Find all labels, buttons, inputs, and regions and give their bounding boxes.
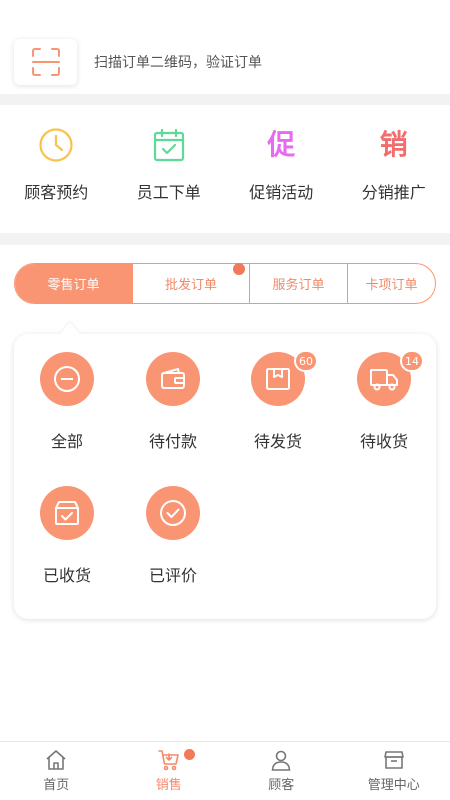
order-status-label: 待发货 <box>253 432 302 451</box>
nav-item-sales[interactable]: 销售 <box>113 742 226 800</box>
nav-label: 顾客 <box>268 778 295 793</box>
scan-bar: 扫描订单二维码，验证订单 <box>0 0 450 94</box>
section-divider <box>0 94 450 105</box>
quick-action-distribution[interactable]: 销 分销推广 <box>338 105 450 233</box>
scan-qr-icon <box>31 48 60 76</box>
order-status-all[interactable]: 全部 <box>14 334 120 451</box>
distribution-glyph-icon: 销 <box>379 128 408 161</box>
minus-circle-icon <box>40 352 94 406</box>
notification-dot <box>233 263 245 275</box>
order-status-pending-receipt[interactable]: 14 待收货 <box>331 334 437 451</box>
quick-action-label: 顾客预约 <box>24 183 89 202</box>
notification-dot <box>183 749 195 760</box>
order-status-label: 已收货 <box>42 566 91 585</box>
sales-cart-icon <box>157 750 179 771</box>
customer-icon <box>271 750 291 771</box>
quick-actions: 顾客预约 员工下单 促 促销活动 销 分销推广 <box>0 105 450 233</box>
tab-retail-orders[interactable]: 零售订单 <box>15 264 133 303</box>
nav-label: 销售 <box>155 778 182 793</box>
badge-count: 60 <box>294 350 318 372</box>
quick-action-promotion[interactable]: 促 促销活动 <box>225 105 338 233</box>
tab-service-orders[interactable]: 服务订单 <box>250 264 348 303</box>
order-status-card: 全部 待付款 60 待发货 14 待收货 已收货 已评价 <box>14 334 436 619</box>
nav-label: 管理中心 <box>367 778 420 793</box>
order-status-pending-shipment[interactable]: 60 待发货 <box>225 334 331 451</box>
order-status-pending-payment[interactable]: 待付款 <box>120 334 226 451</box>
check-circle-icon <box>146 486 200 540</box>
home-icon <box>46 750 66 770</box>
nav-item-customers[interactable]: 顾客 <box>225 742 338 800</box>
nav-label: 首页 <box>43 778 70 793</box>
order-status-label: 待付款 <box>148 432 197 451</box>
scan-button[interactable] <box>14 39 77 85</box>
clock-icon <box>36 125 76 165</box>
quick-action-appointment[interactable]: 顾客预约 <box>0 105 113 233</box>
order-status-label: 待收货 <box>359 432 408 451</box>
tab-card-orders[interactable]: 卡项订单 <box>348 264 435 303</box>
quick-action-staff-order[interactable]: 员工下单 <box>113 105 226 233</box>
nav-item-home[interactable]: 首页 <box>0 742 113 800</box>
order-status-label: 全部 <box>50 432 83 451</box>
section-divider <box>0 233 450 245</box>
bottom-nav: 首页 销售 顾客 管理中心 <box>0 741 450 800</box>
quick-action-label: 促销活动 <box>249 183 314 202</box>
order-status-reviewed[interactable]: 已评价 <box>120 468 226 585</box>
badge-count: 14 <box>400 350 424 372</box>
order-status-label: 已评价 <box>148 566 197 585</box>
tab-pointer <box>60 322 80 334</box>
scan-hint: 扫描订单二维码，验证订单 <box>94 55 262 71</box>
quick-action-label: 分销推广 <box>361 183 426 202</box>
quick-action-label: 员工下单 <box>136 183 201 202</box>
wallet-icon <box>146 352 200 406</box>
order-type-tabs: 零售订单 批发订单 服务订单 卡项订单 <box>14 263 436 304</box>
tab-wholesale-orders[interactable]: 批发订单 <box>133 263 250 303</box>
promo-glyph-icon: 促 <box>267 128 296 161</box>
calendar-check-icon <box>149 125 189 165</box>
nav-item-management[interactable]: 管理中心 <box>338 742 450 800</box>
order-status-received[interactable]: 已收货 <box>14 468 120 585</box>
management-icon <box>383 751 404 769</box>
received-box-icon <box>40 486 94 540</box>
